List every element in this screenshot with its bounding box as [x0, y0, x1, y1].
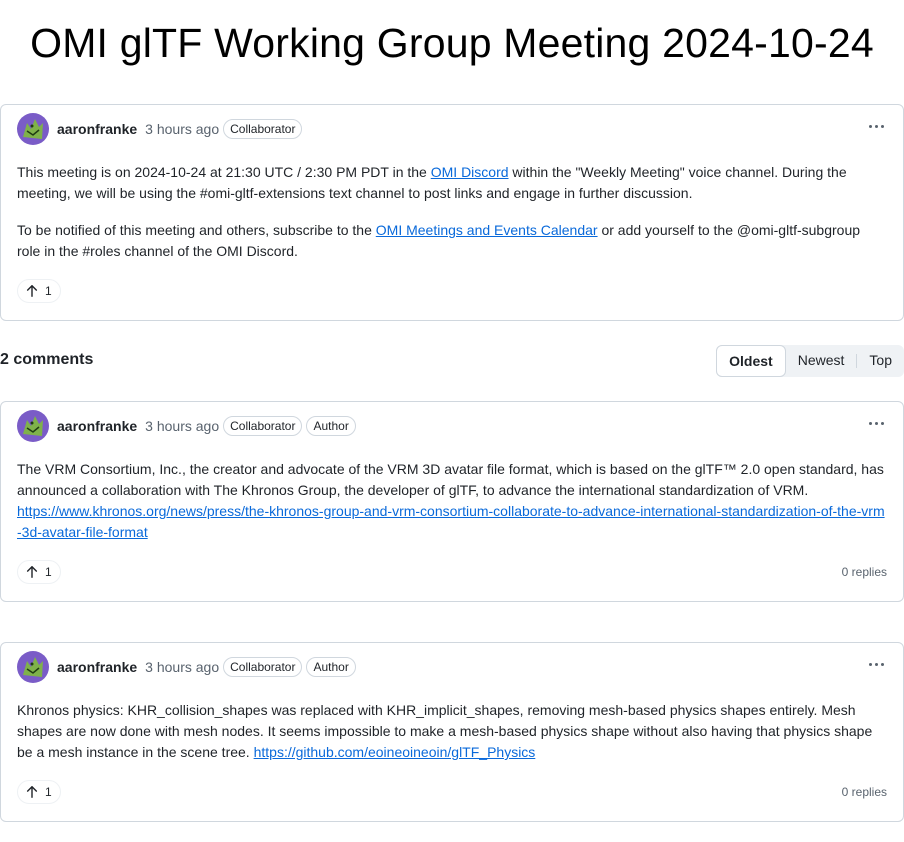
arrow-up-icon [26, 786, 38, 798]
post-body: This meeting is on 2024-10-24 at 21:30 U… [17, 162, 887, 278]
page-title: OMI glTF Working Group Meeting 2024-10-2… [30, 20, 874, 66]
comment-body: Khronos physics: KHR_collision_shapes wa… [17, 700, 887, 763]
upvote-button[interactable]: 1 [17, 560, 61, 584]
author-badge: Author [306, 657, 356, 677]
more-options-icon[interactable] [863, 412, 889, 434]
collaborator-badge: Collaborator [223, 416, 303, 436]
timestamp[interactable]: 3 hours ago [145, 121, 219, 137]
comment: aaronfranke 3 hours ago Collaborator Aut… [0, 401, 904, 602]
upvote-count: 1 [45, 785, 52, 799]
author-name[interactable]: aaronfranke [57, 121, 137, 137]
sort-top-button[interactable]: Top [857, 345, 904, 377]
avatar[interactable] [17, 651, 49, 683]
author-name[interactable]: aaronfranke [57, 418, 137, 434]
upvote-count: 1 [45, 284, 52, 298]
collaborator-badge: Collaborator [223, 657, 303, 677]
omi-discord-link[interactable]: OMI Discord [431, 164, 509, 180]
arrow-up-icon [26, 566, 38, 578]
avatar[interactable] [17, 113, 49, 145]
calendar-link[interactable]: OMI Meetings and Events Calendar [376, 222, 598, 238]
post-paragraph: This meeting is on 2024-10-24 at 21:30 U… [17, 164, 847, 201]
sort-newest-button[interactable]: Newest [786, 345, 857, 377]
timestamp[interactable]: 3 hours ago [145, 418, 219, 434]
discussion-post: aaronfranke 3 hours ago Collaborator Thi… [0, 104, 904, 321]
post-header: aaronfranke 3 hours ago Collaborator [17, 113, 303, 145]
comment: aaronfranke 3 hours ago Collaborator Aut… [0, 642, 904, 822]
github-physics-link[interactable]: https://github.com/eoineoineoin/glTF_Phy… [254, 744, 536, 760]
sort-selector: Oldest Newest Top [716, 345, 904, 377]
collaborator-badge: Collaborator [223, 119, 303, 139]
replies-count[interactable]: 0 replies [842, 565, 887, 579]
timestamp[interactable]: 3 hours ago [145, 659, 219, 675]
comment-paragraph: The VRM Consortium, Inc., the creator an… [17, 461, 885, 540]
comment-header: aaronfranke 3 hours ago Collaborator Aut… [17, 410, 356, 442]
upvote-button[interactable]: 1 [17, 780, 61, 804]
arrow-up-icon [26, 285, 38, 297]
comment-body: The VRM Consortium, Inc., the creator an… [17, 459, 887, 543]
comments-count: 2 comments [0, 351, 94, 368]
upvote-count: 1 [45, 565, 52, 579]
more-options-icon[interactable] [863, 115, 889, 137]
comments-toolbar: 2 comments Oldest Newest Top [0, 344, 904, 377]
post-paragraph: To be notified of this meeting and other… [17, 222, 861, 259]
replies-count[interactable]: 0 replies [842, 785, 887, 799]
comment-paragraph: Khronos physics: KHR_collision_shapes wa… [17, 702, 873, 760]
more-options-icon[interactable] [863, 653, 889, 675]
upvote-button[interactable]: 1 [17, 279, 61, 303]
khronos-news-link[interactable]: https://www.khronos.org/news/press/the-k… [17, 503, 885, 540]
avatar[interactable] [17, 410, 49, 442]
author-badge: Author [306, 416, 356, 436]
author-name[interactable]: aaronfranke [57, 659, 137, 675]
comment-header: aaronfranke 3 hours ago Collaborator Aut… [17, 651, 356, 683]
sort-oldest-button[interactable]: Oldest [716, 345, 786, 377]
